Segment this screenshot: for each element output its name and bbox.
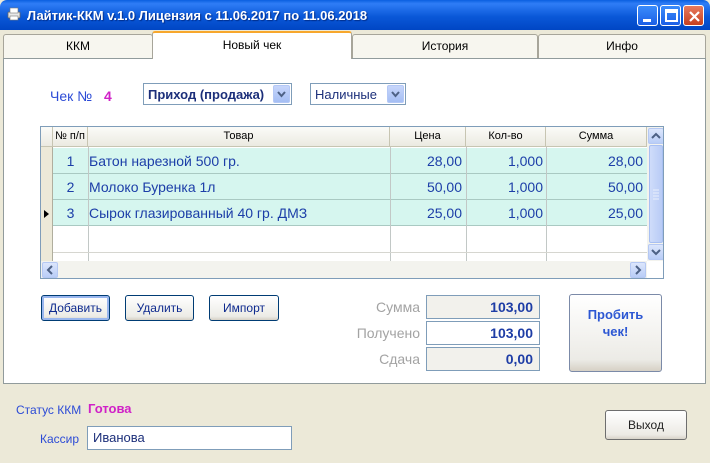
- payment-type-select[interactable]: Наличные: [310, 83, 406, 105]
- change-label: Сдача: [379, 351, 420, 367]
- scroll-up-button[interactable]: [648, 128, 663, 144]
- chevron-down-icon[interactable]: [387, 85, 404, 103]
- column-divider: [390, 147, 391, 261]
- change-field: 0,00: [426, 347, 540, 371]
- minimize-icon: [643, 19, 651, 22]
- received-label: Получено: [356, 325, 420, 341]
- tab-history[interactable]: История: [352, 34, 538, 58]
- print-receipt-line2: чек!: [602, 324, 629, 339]
- column-divider: [546, 147, 547, 261]
- column-header-sum[interactable]: Сумма: [546, 127, 647, 147]
- app-printer-icon: [6, 7, 22, 21]
- operation-type-select[interactable]: Приход (продажа): [143, 83, 292, 105]
- sum-field: 103,00: [426, 295, 540, 319]
- window-title: Лайтик-ККМ v.1.0 Лицензия с 11.06.2017 п…: [27, 8, 368, 23]
- current-row-pointer-icon: [44, 210, 49, 218]
- column-header-num[interactable]: № п/п: [53, 127, 88, 147]
- grip-icon: [653, 189, 659, 200]
- column-divider: [88, 147, 89, 261]
- scroll-right-button[interactable]: [630, 262, 646, 278]
- column-divider: [466, 147, 467, 261]
- chevron-down-icon: [651, 249, 661, 256]
- chevron-right-icon: [635, 265, 642, 275]
- maximize-icon: [665, 9, 678, 22]
- payment-type-value: Наличные: [315, 87, 377, 102]
- row-sum: 25,00: [607, 205, 643, 221]
- row-item: Сырок глазированный 40 гр. ДМЗ: [89, 205, 308, 221]
- kkm-status-value: Готова: [88, 401, 132, 416]
- tab-kkm[interactable]: ККМ: [3, 34, 153, 58]
- title-bar: Лайтик-ККМ v.1.0 Лицензия с 11.06.2017 п…: [0, 0, 710, 30]
- column-header-qty[interactable]: Кол-во: [466, 127, 546, 147]
- cashier-input[interactable]: Иванова: [87, 426, 292, 450]
- column-header-item[interactable]: Товар: [88, 127, 390, 147]
- import-button[interactable]: Импорт: [209, 295, 279, 321]
- tab-info[interactable]: Инфо: [538, 34, 706, 58]
- scroll-down-button[interactable]: [648, 244, 663, 260]
- column-header-price[interactable]: Цена: [390, 127, 466, 147]
- row-qty: 1,000: [507, 153, 543, 169]
- cashier-label: Кассир: [40, 432, 80, 446]
- receipt-number: 4: [104, 88, 112, 104]
- receipt-number-label: Чек №: [50, 88, 93, 104]
- row-item: Батон нарезной 500 гр.: [89, 153, 240, 169]
- empty-row-divider: [53, 252, 647, 253]
- row-indicator-column: [41, 147, 53, 261]
- row-header-corner: [41, 127, 53, 147]
- exit-button[interactable]: Выход: [605, 410, 687, 440]
- print-receipt-line1: Пробить: [587, 307, 644, 322]
- row-num: 1: [66, 153, 75, 169]
- vertical-scroll-thumb[interactable]: [649, 145, 663, 243]
- tab-new-receipt[interactable]: Новый чек: [152, 31, 352, 59]
- row-price: 28,00: [426, 153, 462, 169]
- row-num: 3: [66, 205, 75, 221]
- row-price: 50,00: [426, 179, 462, 195]
- horizontal-scrollbar[interactable]: [41, 261, 647, 278]
- scroll-left-button[interactable]: [42, 262, 58, 278]
- operation-type-value: Приход (продажа): [148, 87, 265, 102]
- close-button[interactable]: [683, 5, 704, 26]
- delete-item-button[interactable]: Удалить: [125, 295, 194, 321]
- chevron-up-icon: [651, 132, 661, 139]
- row-num: 2: [66, 179, 75, 195]
- row-item: Молоко Буренка 1л: [89, 179, 216, 195]
- add-item-button[interactable]: Добавить: [41, 295, 110, 321]
- row-sum: 28,00: [607, 153, 643, 169]
- received-input[interactable]: 103,00: [426, 321, 540, 345]
- row-qty: 1,000: [507, 205, 543, 221]
- chevron-left-icon: [46, 265, 53, 275]
- sum-label: Сумма: [376, 299, 420, 315]
- minimize-button[interactable]: [637, 5, 658, 26]
- print-receipt-button[interactable]: Пробить чек!: [569, 294, 662, 372]
- chevron-down-icon[interactable]: [273, 85, 290, 103]
- close-icon: [689, 11, 700, 22]
- row-qty: 1,000: [507, 179, 543, 195]
- row-price: 25,00: [426, 205, 462, 221]
- items-grid[interactable]: № п/п Товар Цена Кол-во Сумма 1 Батон на…: [40, 126, 664, 279]
- maximize-button[interactable]: [660, 5, 681, 26]
- kkm-status-label: Статус ККМ: [16, 403, 82, 417]
- row-sum: 50,00: [607, 179, 643, 195]
